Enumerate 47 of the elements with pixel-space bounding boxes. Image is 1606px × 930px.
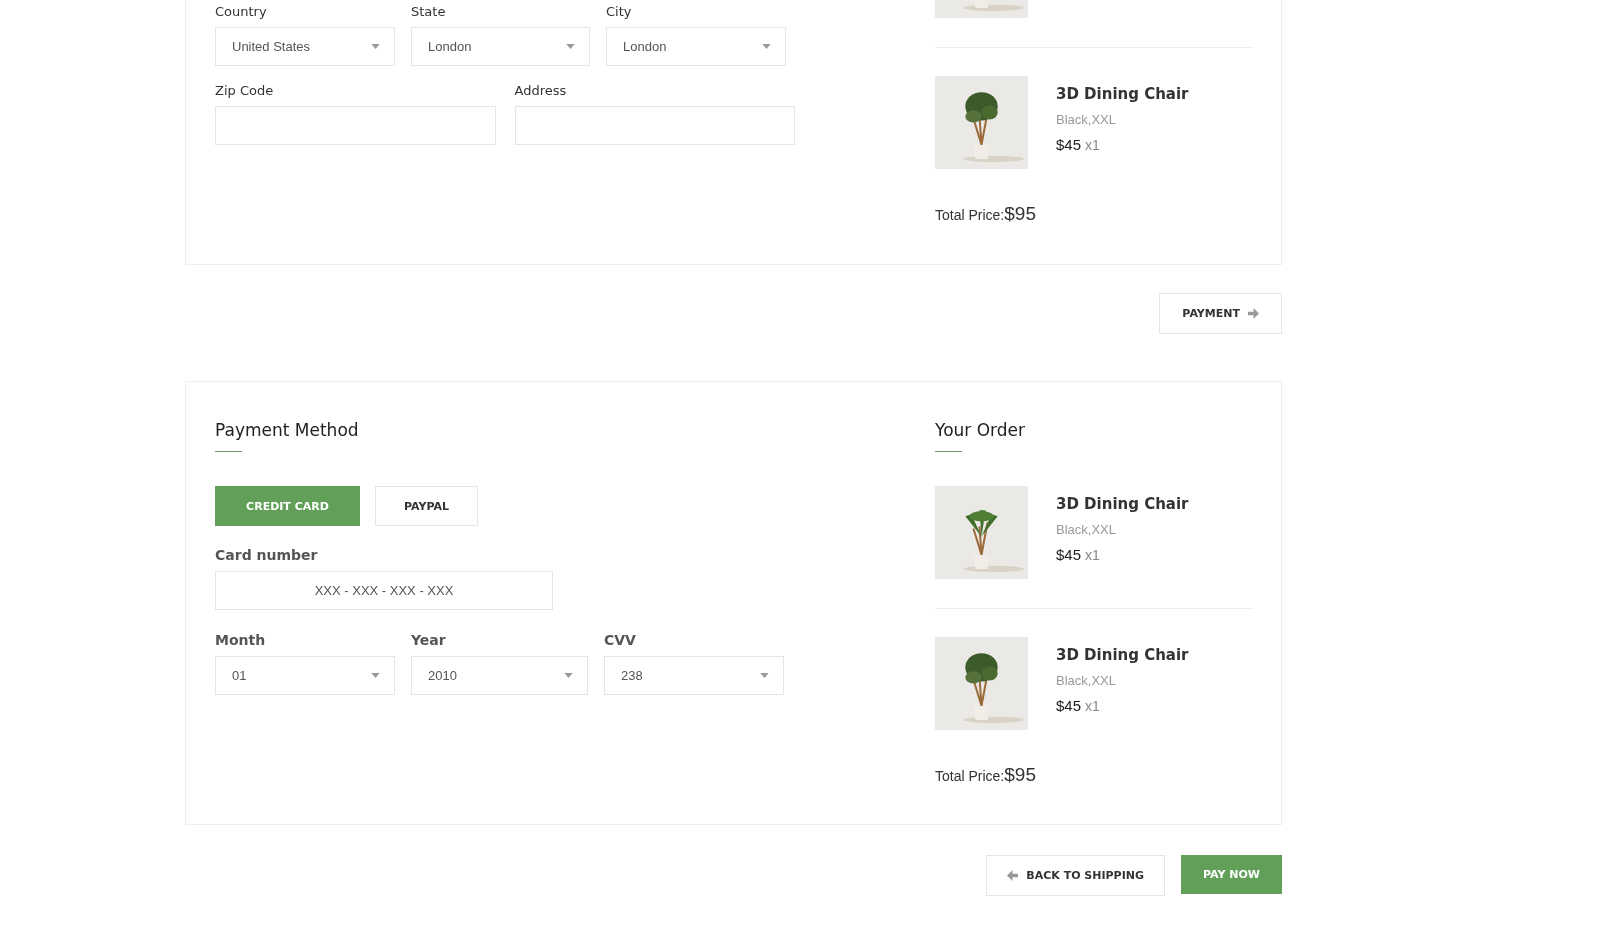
total-value: $95 [1004,764,1036,786]
select-field[interactable]: 238 [604,656,784,695]
caret-icon [564,673,573,678]
select-field[interactable]: London [606,27,786,66]
field-label: Month [215,632,267,648]
field-label: City [606,4,633,19]
product-name: 3D Dining Chair [1056,495,1189,513]
select-field[interactable]: 01 [215,656,395,695]
payment-method-tab[interactable]: PAYPAL [375,486,478,526]
field-label: Country [215,4,268,19]
product-price: $45 [1056,136,1082,153]
input-field[interactable] [514,106,795,145]
product-price: $45 [1056,546,1082,563]
product-price: $45 [1056,697,1082,714]
field-label: Card number [215,547,319,563]
product-variant: Black,XXL [1056,112,1117,127]
caret-icon [566,44,575,49]
product-variant: Black,XXL [1056,522,1117,537]
select-field[interactable]: 2010 [411,656,588,695]
field-label: Zip Code [215,83,275,98]
caret-icon [371,673,380,678]
caret-icon [760,673,769,678]
section-title: Payment Method [215,420,360,440]
input-field[interactable] [215,106,496,145]
field-label: Address [514,83,568,98]
total-value: $95 [1004,203,1036,225]
product-variant: Black,XXL [1056,673,1117,688]
select-field[interactable]: United States [215,27,395,66]
product-name: 3D Dining Chair [1056,85,1189,103]
product-quantity: x1 [1085,137,1100,153]
select-field[interactable]: London [411,27,590,66]
arrow-right-icon [1248,308,1259,319]
total-label: Total Price: [935,768,1005,784]
back-button[interactable]: BACK TO SHIPPING [986,855,1165,896]
payment-button[interactable]: PAYMENT [1159,293,1282,334]
field-label: Year [411,632,447,648]
field-label: State [411,4,447,19]
product-quantity: x1 [1085,698,1100,714]
arrow-left-icon [1007,870,1019,881]
product-name: 3D Dining Chair [1056,646,1189,664]
section-title: Your Order [935,420,1026,440]
caret-icon [371,44,380,49]
total-label: Total Price: [935,207,1005,223]
field-label: CVV [604,632,637,648]
card-number-field[interactable]: XXX - XXX - XXX - XXX [215,571,553,610]
product-quantity: x1 [1085,547,1100,563]
caret-icon [762,44,771,49]
